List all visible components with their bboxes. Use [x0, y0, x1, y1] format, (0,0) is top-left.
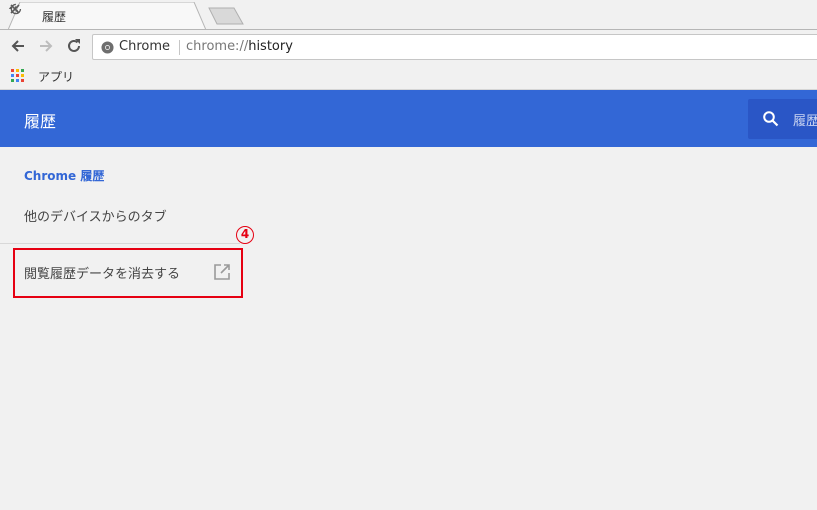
address-bar[interactable]: Chrome chrome://history [92, 34, 817, 60]
close-icon[interactable] [8, 2, 22, 16]
apps-label[interactable]: アプリ [38, 68, 74, 85]
annotation-number: 4 [236, 226, 254, 244]
back-icon[interactable] [8, 36, 28, 56]
search-icon [763, 111, 779, 127]
forward-icon[interactable] [36, 36, 56, 56]
history-header: 履歴 履歴 [0, 90, 817, 147]
annotation-highlight-box [13, 248, 243, 298]
omnibox-url: chrome://history [186, 39, 293, 54]
page-title: 履歴 [24, 112, 57, 131]
tab-title: 履歴 [42, 10, 67, 24]
new-tab-button[interactable] [208, 7, 244, 25]
toolbar: Chrome chrome://history [0, 30, 817, 62]
tab-history[interactable]: 履歴 [8, 2, 206, 30]
omnibox-separator [179, 40, 180, 55]
sidebar-item-other-devices[interactable]: 他のデバイスからのタブ [24, 206, 167, 225]
sidebar-divider [0, 243, 240, 244]
url-path: history [248, 39, 293, 54]
search-input[interactable]: 履歴 [748, 99, 817, 139]
tab-shape [8, 2, 206, 30]
omnibox-chip: Chrome [119, 39, 170, 54]
tab-strip: 履歴 [0, 0, 817, 30]
chrome-icon [101, 41, 114, 54]
sidebar-item-chrome-history[interactable]: Chrome 履歴 [24, 167, 104, 184]
bookmarks-bar: アプリ [0, 62, 817, 90]
url-scheme: chrome:// [186, 39, 249, 54]
search-placeholder: 履歴 [793, 114, 817, 129]
apps-icon[interactable] [11, 69, 24, 82]
reload-icon[interactable] [64, 36, 84, 56]
